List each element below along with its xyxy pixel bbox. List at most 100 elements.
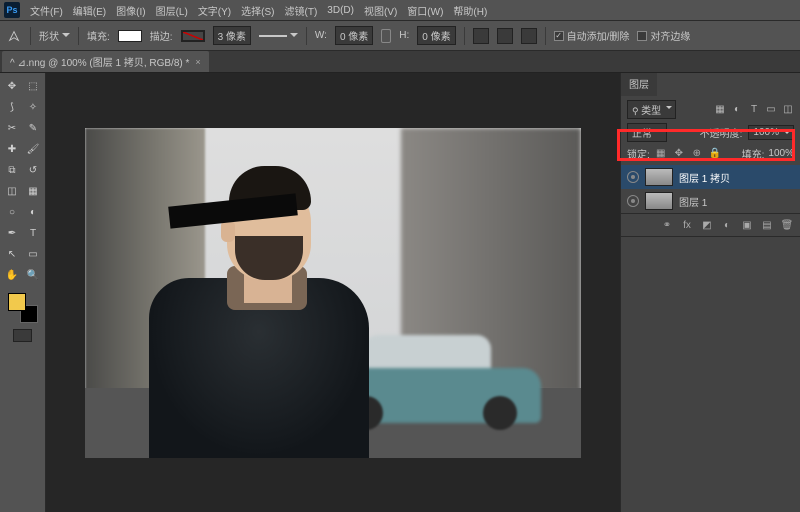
lock-all-icon[interactable]: 🔒 — [708, 147, 722, 161]
stamp-tool[interactable]: ⧉ — [3, 161, 22, 180]
canvas-area[interactable] — [46, 73, 620, 512]
fill-swatch[interactable] — [118, 30, 142, 42]
lock-pixels-icon[interactable]: ▦ — [654, 147, 668, 161]
shape-tool[interactable]: ▭ — [24, 245, 43, 264]
lock-artboard-icon[interactable]: ⊕ — [690, 147, 704, 161]
zoom-tool[interactable]: 🔍 — [24, 266, 43, 285]
menu-file[interactable]: 文件(F) — [30, 3, 63, 18]
link-icon[interactable] — [381, 29, 391, 43]
filter-type-icon[interactable]: T — [748, 104, 760, 116]
stroke-width-field[interactable]: 3 像素 — [213, 26, 251, 45]
lasso-tool[interactable]: ⟆ — [3, 98, 22, 117]
gradient-tool[interactable]: ▦ — [24, 182, 43, 201]
lock-position-icon[interactable]: ✥ — [672, 147, 686, 161]
group-icon[interactable]: ▣ — [740, 218, 754, 232]
opacity-field[interactable]: 100% — [748, 125, 794, 140]
auto-add-delete-checkbox[interactable]: ✓自动添加/删除 — [554, 28, 630, 43]
history-brush-tool[interactable]: ↺ — [24, 161, 43, 180]
eraser-tool[interactable]: ◫ — [3, 182, 22, 201]
height-label: H: — [399, 30, 409, 41]
layer-row[interactable]: 图层 1 拷贝 — [621, 165, 800, 189]
type-tool[interactable]: T — [24, 224, 43, 243]
path-arrange-button[interactable] — [521, 28, 537, 44]
dodge-tool[interactable]: ◐ — [24, 203, 43, 222]
options-bar: 形状 填充: 描边: 3 像素 W: 0 像素 H: 0 像素 ✓自动添加/删除… — [0, 21, 800, 51]
foreground-color-swatch[interactable] — [8, 293, 26, 311]
marquee-tool[interactable]: ⬚ — [24, 77, 43, 96]
path-align-button[interactable] — [497, 28, 513, 44]
tool-mode-dropdown[interactable]: 形状 — [39, 28, 70, 43]
blend-mode-dropdown[interactable]: 正常 — [627, 123, 667, 142]
document-tab-title: ^ ⊿.nng @ 100% (图层 1 拷贝, RGB/8) * — [10, 54, 189, 69]
document-canvas[interactable] — [85, 128, 581, 458]
filter-shape-icon[interactable]: ▭ — [765, 104, 777, 116]
height-field[interactable]: 0 像素 — [417, 26, 455, 45]
menu-bar: Ps 文件(F) 编辑(E) 图像(I) 图层(L) 文字(Y) 选择(S) 滤… — [0, 0, 800, 21]
stroke-style-dropdown[interactable] — [259, 30, 298, 41]
menu-filter[interactable]: 滤镜(T) — [285, 3, 318, 18]
menu-window[interactable]: 窗口(W) — [407, 3, 443, 18]
quick-mask-toggle[interactable] — [13, 329, 32, 342]
auto-add-delete-label: 自动添加/删除 — [567, 28, 630, 43]
workspace: ✥⬚ ⟆✧ ✂✎ ✚🖌 ⧉↺ ◫▦ ○◐ ✒T ↖▭ ✋🔍 — [0, 73, 800, 512]
menu-edit[interactable]: 编辑(E) — [73, 3, 106, 18]
filter-smart-icon[interactable]: ◫ — [782, 104, 794, 116]
layers-panel-footer: ⚭ fx ◩ ◐ ▣ ▤ 🗑 — [621, 213, 800, 236]
new-layer-icon[interactable]: ▤ — [760, 218, 774, 232]
brush-tool[interactable]: 🖌 — [24, 140, 43, 159]
healing-tool[interactable]: ✚ — [3, 140, 22, 159]
hand-tool[interactable]: ✋ — [3, 266, 22, 285]
menu-select[interactable]: 选择(S) — [241, 3, 274, 18]
visibility-icon[interactable] — [627, 195, 639, 207]
stroke-swatch[interactable] — [181, 30, 205, 42]
menu-help[interactable]: 帮助(H) — [453, 3, 487, 18]
layer-filter-dropdown[interactable]: ⚲ 类型 — [627, 100, 676, 119]
menu-image[interactable]: 图像(I) — [116, 3, 145, 18]
mask-icon[interactable]: ◩ — [700, 218, 714, 232]
lock-label: 锁定: — [627, 146, 650, 161]
layer-thumbnail[interactable] — [645, 168, 673, 186]
toolbox: ✥⬚ ⟆✧ ✂✎ ✚🖌 ⧉↺ ◫▦ ○◐ ✒T ↖▭ ✋🔍 — [0, 73, 46, 512]
blur-tool[interactable]: ○ — [3, 203, 22, 222]
layers-panel-tab[interactable]: 图层 — [621, 73, 657, 96]
pen-tool[interactable]: ✒ — [3, 224, 22, 243]
width-label: W: — [315, 30, 327, 41]
color-swatches[interactable] — [8, 293, 38, 323]
menu-view[interactable]: 视图(V) — [364, 3, 397, 18]
width-field[interactable]: 0 像素 — [335, 26, 373, 45]
filter-pixel-icon[interactable]: ▦ — [714, 104, 726, 116]
document-tab[interactable]: ^ ⊿.nng @ 100% (图层 1 拷贝, RGB/8) * × — [2, 51, 209, 72]
align-edges-checkbox[interactable]: 对齐边缘 — [637, 28, 690, 43]
close-icon[interactable]: × — [195, 57, 200, 67]
app-logo: Ps — [4, 2, 20, 18]
layers-panel: 图层 ⚲ 类型 ▦ ◐ T ▭ ◫ 正常 不透明度: 100% — [621, 73, 800, 237]
path-select-tool[interactable]: ↖ — [3, 245, 22, 264]
layer-thumbnail[interactable] — [645, 192, 673, 210]
visibility-icon[interactable] — [627, 171, 639, 183]
layer-name[interactable]: 图层 1 拷贝 — [679, 170, 730, 185]
layer-row[interactable]: 图层 1 — [621, 189, 800, 213]
link-layers-icon[interactable]: ⚭ — [660, 218, 674, 232]
tool-mode-label: 形状 — [39, 28, 59, 43]
move-tool[interactable]: ✥ — [3, 77, 22, 96]
fill-opacity-label: 填充: — [742, 146, 765, 161]
menu-3d[interactable]: 3D(D) — [327, 5, 354, 16]
pen-tool-icon[interactable] — [6, 28, 22, 44]
stroke-label: 描边: — [150, 28, 173, 43]
adjustment-icon[interactable]: ◐ — [720, 218, 734, 232]
crop-tool[interactable]: ✂ — [3, 119, 22, 138]
path-ops-button[interactable] — [473, 28, 489, 44]
eyedropper-tool[interactable]: ✎ — [24, 119, 43, 138]
document-tab-bar: ^ ⊿.nng @ 100% (图层 1 拷贝, RGB/8) * × — [0, 51, 800, 73]
align-edges-label: 对齐边缘 — [650, 28, 690, 43]
layer-name[interactable]: 图层 1 — [679, 194, 707, 209]
fx-icon[interactable]: fx — [680, 218, 694, 232]
filter-adjust-icon[interactable]: ◐ — [731, 104, 743, 116]
trash-icon[interactable]: 🗑 — [780, 218, 794, 232]
menu-layer[interactable]: 图层(L) — [156, 3, 188, 18]
right-panel-column: 图层 ⚲ 类型 ▦ ◐ T ▭ ◫ 正常 不透明度: 100% — [620, 73, 800, 512]
menu-type[interactable]: 文字(Y) — [198, 3, 231, 18]
layers-list: 图层 1 拷贝 图层 1 — [621, 165, 800, 213]
fill-opacity-field[interactable]: 100% — [768, 148, 794, 159]
wand-tool[interactable]: ✧ — [24, 98, 43, 117]
